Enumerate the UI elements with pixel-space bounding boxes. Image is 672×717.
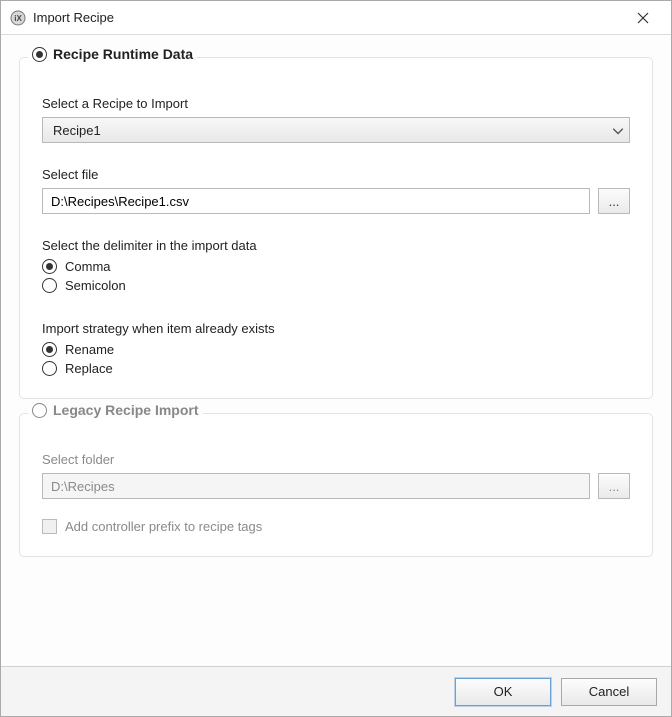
file-path-input[interactable] — [42, 188, 590, 214]
prefix-checkbox-label: Add controller prefix to recipe tags — [65, 519, 262, 534]
app-icon: iX — [9, 9, 27, 27]
delimiter-option-semicolon[interactable]: Semicolon — [42, 278, 630, 293]
runtime-group-title: Recipe Runtime Data — [53, 46, 193, 62]
browse-file-button[interactable]: ... — [598, 188, 630, 214]
delimiter-comma-label: Comma — [65, 259, 111, 274]
cancel-button[interactable]: Cancel — [561, 678, 657, 706]
strategy-option-rename[interactable]: Rename — [42, 342, 630, 357]
close-button[interactable] — [623, 3, 663, 33]
delimiter-semicolon-label: Semicolon — [65, 278, 126, 293]
delimiter-option-comma[interactable]: Comma — [42, 259, 630, 274]
legacy-group-header[interactable]: Legacy Recipe Import — [28, 402, 203, 418]
dialog-body: Recipe Runtime Data Select a Recipe to I… — [1, 35, 671, 666]
radio-rename[interactable] — [42, 342, 57, 357]
strategy-option-replace[interactable]: Replace — [42, 361, 630, 376]
radio-semicolon[interactable] — [42, 278, 57, 293]
window-title: Import Recipe — [33, 10, 623, 25]
delimiter-section-label: Select the delimiter in the import data — [42, 238, 630, 253]
recipe-select-value: Recipe1 — [53, 123, 101, 138]
prefix-checkbox-row: Add controller prefix to recipe tags — [42, 519, 630, 534]
strategy-replace-label: Replace — [65, 361, 113, 376]
close-icon — [637, 12, 649, 24]
recipe-select[interactable]: Recipe1 — [42, 117, 630, 143]
chevron-down-icon — [613, 123, 623, 138]
dialog-footer: OK Cancel — [1, 666, 671, 716]
ok-button[interactable]: OK — [455, 678, 551, 706]
select-file-label: Select file — [42, 167, 630, 182]
runtime-group-header[interactable]: Recipe Runtime Data — [28, 46, 197, 62]
svg-text:iX: iX — [14, 14, 22, 23]
radio-comma[interactable] — [42, 259, 57, 274]
prefix-checkbox — [42, 519, 57, 534]
mode-radio-legacy[interactable] — [32, 403, 47, 418]
select-recipe-label: Select a Recipe to Import — [42, 96, 630, 111]
select-folder-label: Select folder — [42, 452, 630, 467]
import-recipe-dialog: iX Import Recipe Recipe Runtime Data Sel… — [0, 0, 672, 717]
legacy-import-group: Legacy Recipe Import Select folder ... A… — [19, 413, 653, 557]
runtime-data-group: Recipe Runtime Data Select a Recipe to I… — [19, 57, 653, 399]
radio-replace[interactable] — [42, 361, 57, 376]
strategy-section-label: Import strategy when item already exists — [42, 321, 630, 336]
legacy-group-title: Legacy Recipe Import — [53, 402, 199, 418]
browse-folder-button: ... — [598, 473, 630, 499]
strategy-rename-label: Rename — [65, 342, 114, 357]
mode-radio-runtime[interactable] — [32, 47, 47, 62]
titlebar: iX Import Recipe — [1, 1, 671, 35]
folder-path-input — [42, 473, 590, 499]
